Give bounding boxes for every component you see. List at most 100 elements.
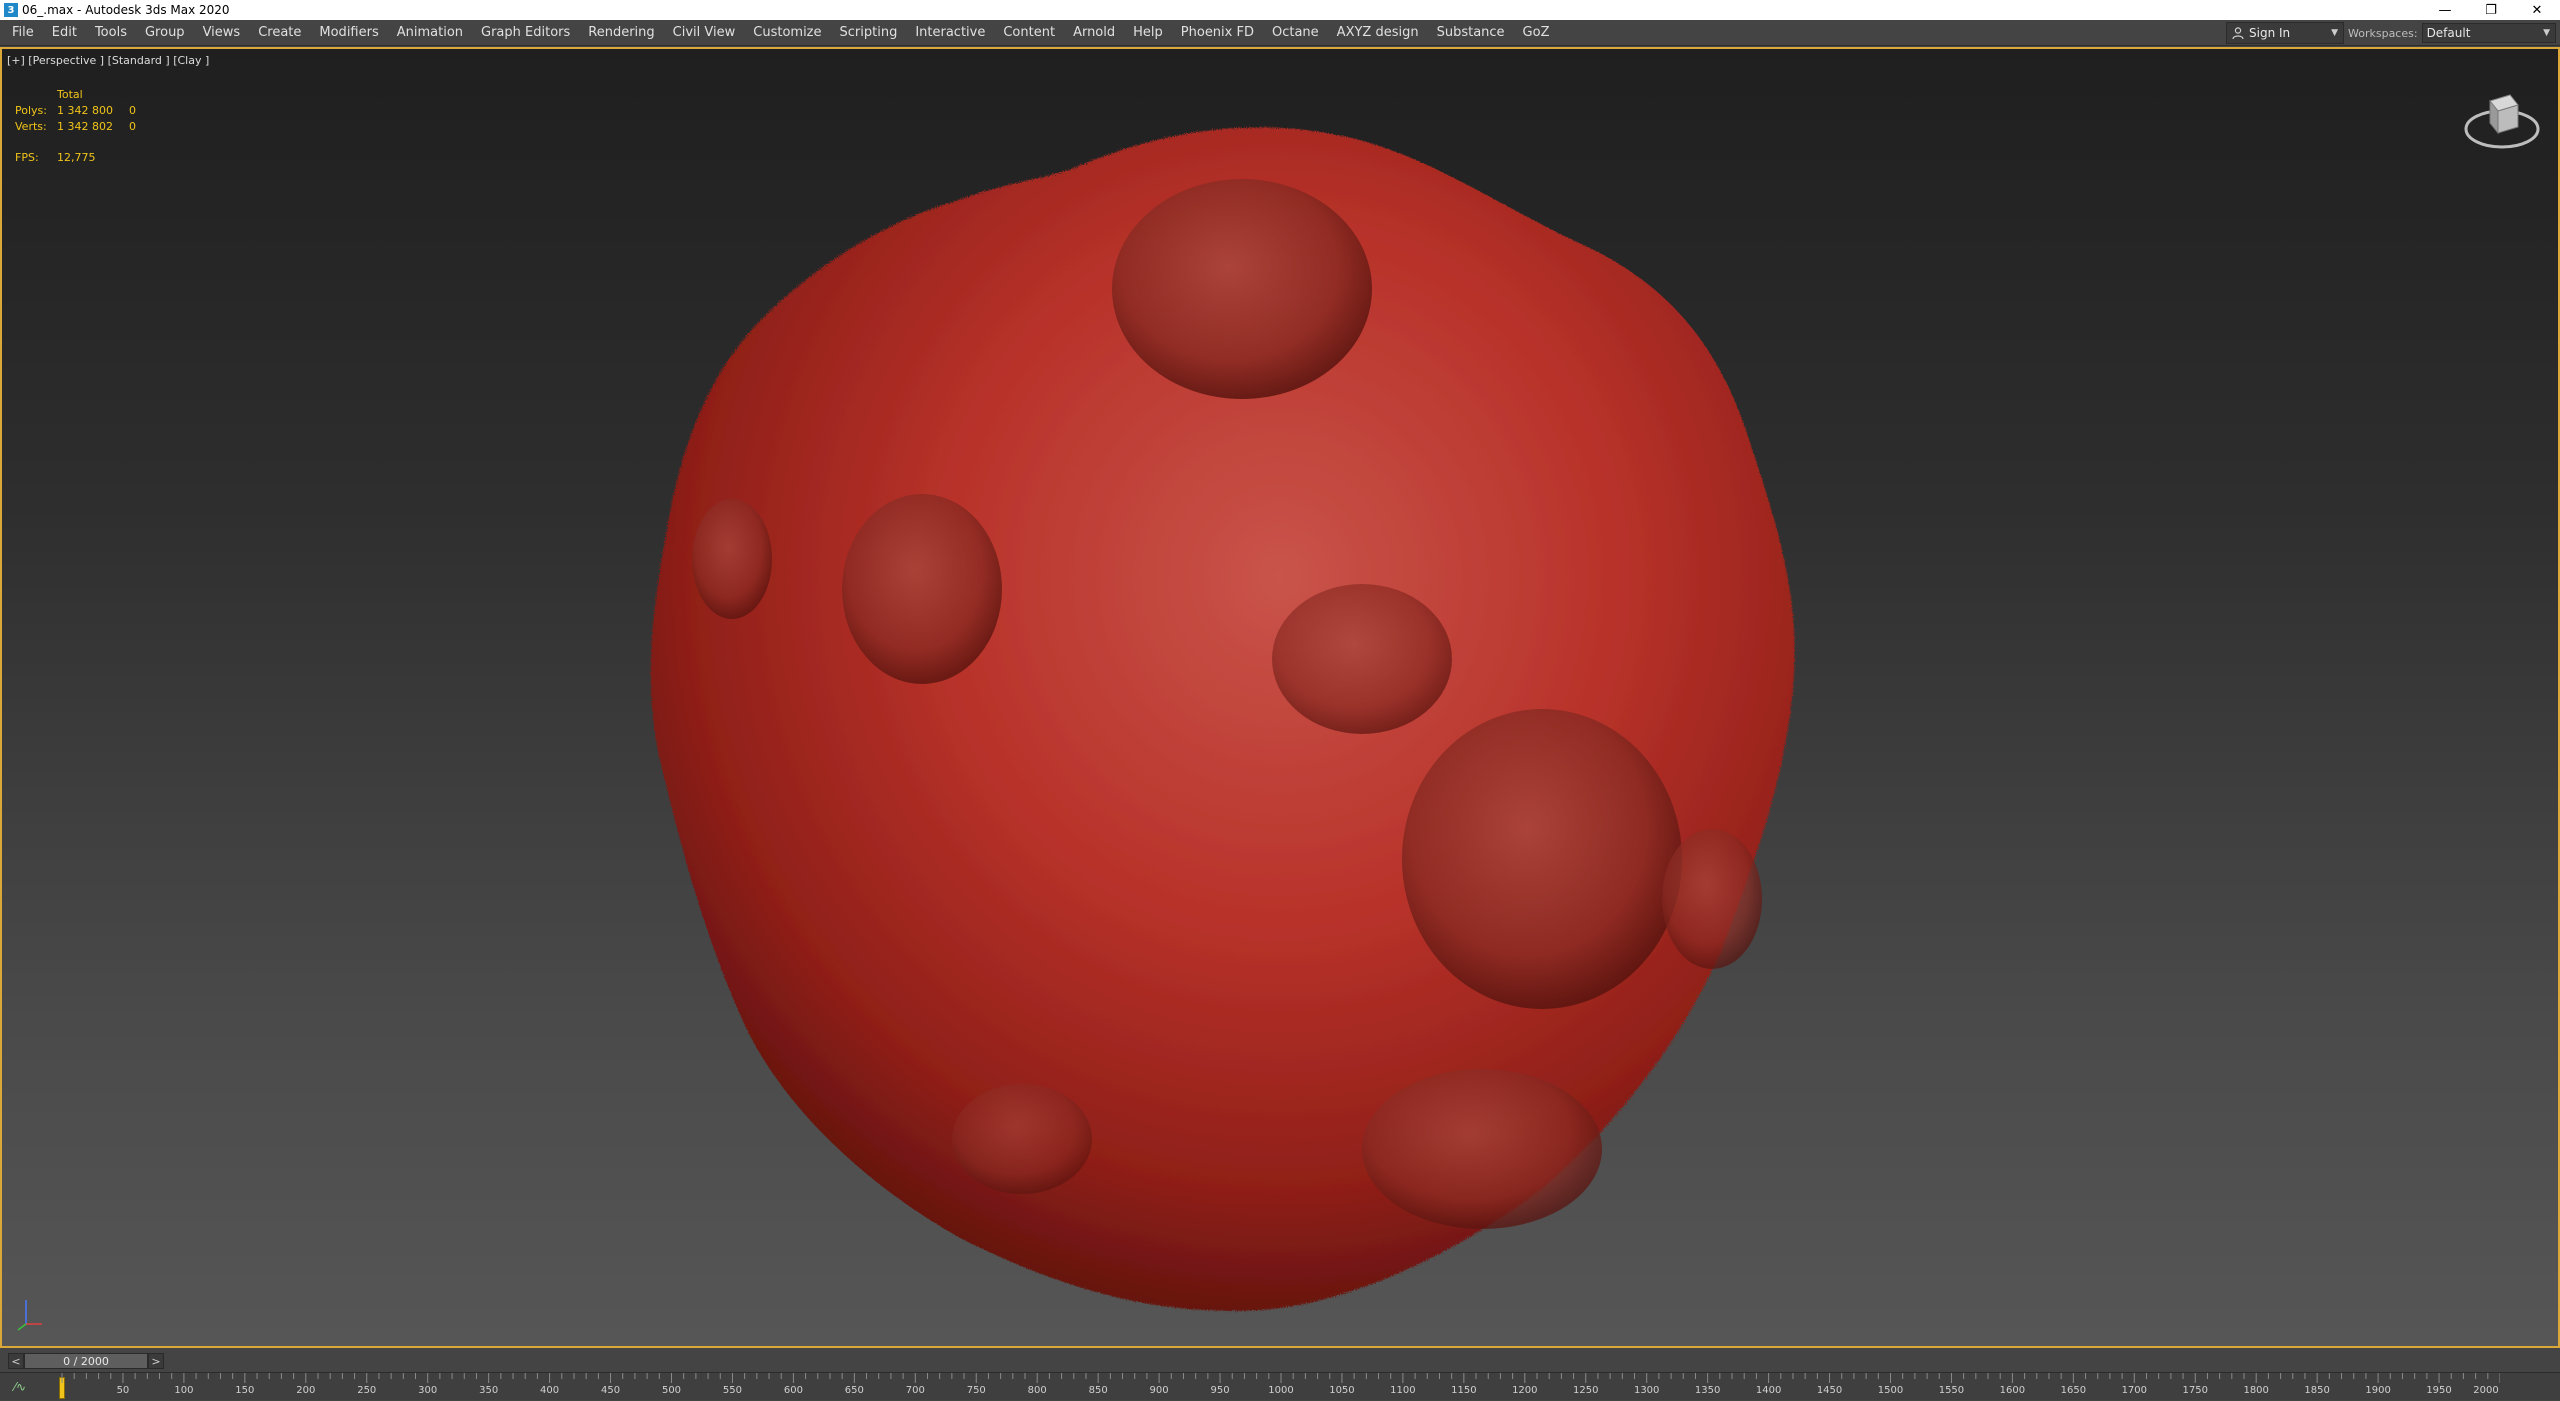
frame-tick-label: 2000 [2473, 1385, 2499, 1396]
window-title: 06_.max - Autodesk 3ds Max 2020 [22, 3, 230, 17]
frame-tick-label: 1000 [1268, 1385, 1294, 1396]
crater [1112, 179, 1372, 399]
crater [1402, 709, 1682, 1009]
menu-octane[interactable]: Octane [1263, 20, 1328, 46]
frame-tick-label: 50 [116, 1385, 130, 1396]
frame-tick-label: 500 [661, 1385, 682, 1396]
frame-tick-label: 1150 [1451, 1385, 1477, 1396]
menu-interactive[interactable]: Interactive [906, 20, 994, 46]
crater [842, 494, 1002, 684]
stats-polys-total: 1 342 800 [57, 104, 113, 117]
menu-create[interactable]: Create [249, 20, 310, 46]
menu-modifiers[interactable]: Modifiers [310, 20, 387, 46]
menu-bar: File Edit Tools Group Views Create Modif… [0, 20, 2560, 46]
frame-tick-label: 800 [1027, 1385, 1047, 1396]
window-controls: — ❐ ✕ [2422, 0, 2560, 20]
viewcube-icon[interactable] [2460, 77, 2544, 161]
perspective-viewport[interactable]: [+] [Perspective ] [Standard ] [Clay ] T… [0, 47, 2560, 1348]
minimize-button[interactable]: — [2422, 0, 2468, 20]
menu-axyz-design[interactable]: AXYZ design [1328, 20, 1428, 46]
frame-tick-label: 400 [540, 1385, 560, 1396]
frame-tick-label: 1650 [2060, 1385, 2087, 1396]
frame-tick-label: 1850 [2304, 1385, 2330, 1396]
frame-tick-label: 900 [1149, 1385, 1169, 1396]
frame-tick-label: 750 [966, 1385, 986, 1396]
stats-fps-label: FPS: [15, 151, 39, 164]
stats-total-header: Total [57, 88, 83, 101]
frame-tick-label: 1200 [1512, 1385, 1538, 1396]
asteroid-mesh[interactable] [642, 89, 1882, 1339]
frame-tick-label: 1100 [1390, 1385, 1416, 1396]
viewport-label-menu[interactable]: [+] [Perspective ] [Standard ] [Clay ] [7, 54, 209, 67]
menu-group[interactable]: Group [136, 20, 194, 46]
sign-in-dropdown[interactable]: Sign In ▼ [2226, 22, 2344, 44]
menu-customize[interactable]: Customize [744, 20, 830, 46]
menu-file[interactable]: File [0, 20, 43, 46]
track-bar[interactable]: ⁄∿ 50 100 150 200 250 300 350 400 450 500 550 600 65… [0, 1372, 2560, 1400]
frame-tick-label: 450 [601, 1385, 621, 1396]
stats-fps-value: 12,775 [57, 151, 96, 164]
frame-tick-label: 550 [722, 1385, 742, 1396]
title-bar: 3 06_.max - Autodesk 3ds Max 2020 — ❐ ✕ [0, 0, 2560, 20]
frame-tick-label: 950 [1210, 1385, 1230, 1396]
time-slider-track[interactable] [164, 1353, 2174, 1369]
next-frame-button[interactable]: > [148, 1353, 164, 1369]
frame-tick-label: 650 [844, 1385, 864, 1396]
frame-tick-label: 1400 [1755, 1385, 1782, 1396]
frame-tick-label: 1800 [2243, 1385, 2269, 1396]
workspaces-label: Workspaces: [2348, 26, 2418, 40]
menu-civil-view[interactable]: Civil View [664, 20, 745, 46]
close-button[interactable]: ✕ [2514, 0, 2560, 20]
frame-tick-label: 1600 [1999, 1385, 2026, 1396]
menu-items: File Edit Tools Group Views Create Modif… [0, 20, 1558, 45]
frame-tick-label: 150 [235, 1385, 255, 1396]
frame-tick-label: 100 [174, 1385, 194, 1396]
crater [1362, 1069, 1602, 1229]
frame-tick-label: 250 [357, 1385, 377, 1396]
frame-tick-label: 700 [905, 1385, 925, 1396]
menu-rendering[interactable]: Rendering [579, 20, 663, 46]
frame-tick-label: 300 [418, 1385, 438, 1396]
mini-curve-editor-icon[interactable]: ⁄∿ [14, 1379, 50, 1395]
menu-content[interactable]: Content [994, 20, 1064, 46]
crater [952, 1084, 1092, 1194]
frame-tick-label: 1300 [1633, 1385, 1660, 1396]
chevron-down-icon: ▼ [2543, 28, 2550, 38]
chevron-down-icon: ▼ [2331, 28, 2338, 38]
frame-tick-label: 850 [1088, 1385, 1108, 1396]
crater [1272, 584, 1452, 734]
menu-phoenix-fd[interactable]: Phoenix FD [1172, 20, 1263, 46]
frame-tick-label: 600 [783, 1385, 803, 1396]
menu-views[interactable]: Views [194, 20, 250, 46]
menu-scripting[interactable]: Scripting [831, 20, 907, 46]
menu-tools[interactable]: Tools [86, 20, 136, 46]
stats-verts-label: Verts: [15, 120, 47, 133]
frame-tick-label: 350 [479, 1385, 499, 1396]
menu-help[interactable]: Help [1124, 20, 1172, 46]
stats-polys-selected: 0 [129, 104, 136, 117]
time-slider-thumb[interactable]: 0 / 2000 [24, 1353, 148, 1369]
frame-tick-label: 1550 [1938, 1385, 1965, 1396]
menu-edit[interactable]: Edit [43, 20, 86, 46]
menu-goz[interactable]: GoZ [1514, 20, 1559, 46]
workspaces-dropdown[interactable]: Default ▼ [2421, 23, 2556, 43]
frame-tick-label: 1500 [1877, 1385, 1904, 1396]
restore-button[interactable]: ❐ [2468, 0, 2514, 20]
stats-verts-selected: 0 [129, 120, 136, 133]
frame-tick-label: 1750 [2182, 1385, 2208, 1396]
user-icon [2232, 27, 2244, 40]
frame-tick-label: 1900 [2365, 1385, 2391, 1396]
previous-frame-button[interactable]: < [8, 1353, 24, 1369]
sign-in-label: Sign In [2249, 26, 2291, 40]
menu-animation[interactable]: Animation [388, 20, 472, 46]
stats-polys-label: Polys: [15, 104, 47, 117]
frame-tick-label: 1450 [1816, 1385, 1843, 1396]
frame-tick-label: 1050 [1329, 1385, 1355, 1396]
menu-substance[interactable]: Substance [1428, 20, 1514, 46]
viewport-statistics: Total Polys: 1 342 800 0 Verts: 1 342 80… [15, 87, 159, 166]
workspaces-selector: Workspaces: Default ▼ [2348, 22, 2556, 44]
menu-arnold[interactable]: Arnold [1064, 20, 1124, 46]
menu-graph-editors[interactable]: Graph Editors [472, 20, 579, 46]
workspaces-value: Default [2426, 26, 2471, 40]
frame-tick-label: 1700 [2121, 1385, 2148, 1396]
